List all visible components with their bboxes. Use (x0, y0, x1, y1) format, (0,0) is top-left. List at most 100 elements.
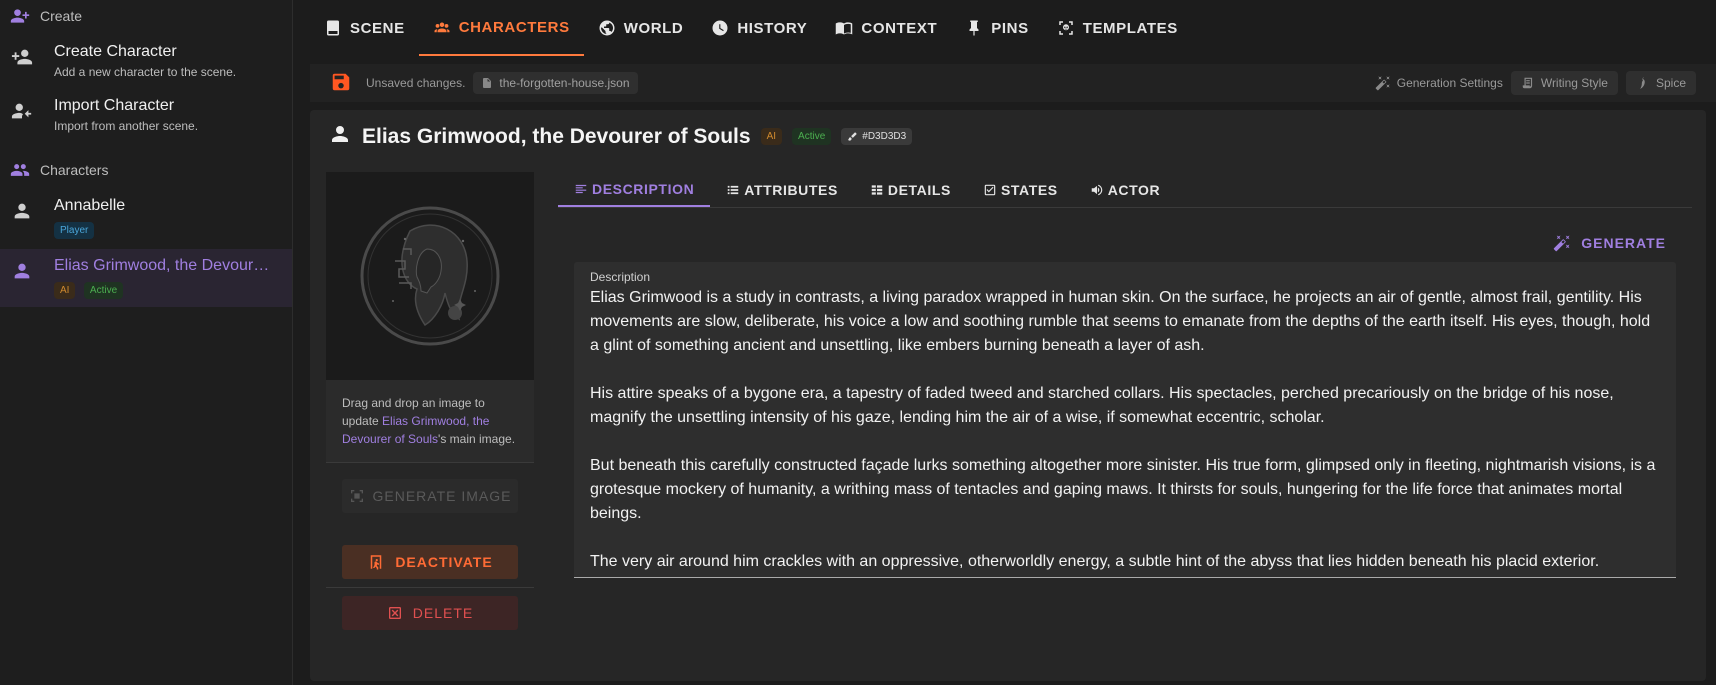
import-character-subtitle: Import from another scene. (54, 119, 199, 133)
create-character-subtitle: Add a new character to the scene. (54, 65, 237, 79)
import-character-button[interactable]: Import Character Import from another sce… (0, 89, 292, 139)
list-icon (728, 185, 739, 194)
chili-pepper-icon (1640, 77, 1645, 89)
writing-style-button[interactable]: Writing Style (1510, 71, 1618, 95)
characters-section-header: Characters (0, 155, 292, 185)
file-name: the-forgotten-house.json (499, 76, 630, 90)
generate-label: GENERATE (1581, 235, 1666, 251)
characters-header-label: Characters (40, 162, 109, 178)
exit-run-icon (371, 555, 382, 570)
sidebar-character-elias[interactable]: Elias Grimwood, the Devourer of Souls AI… (0, 249, 292, 307)
magic-wand-icon (1554, 235, 1570, 252)
tab-label: STATES (1000, 181, 1058, 198)
image-upload-hint: Drag and drop an image to update Elias G… (326, 380, 534, 463)
tab-actor[interactable]: ACTOR (1074, 172, 1177, 207)
description-text: Elias Grimwood is a study in contrasts, … (590, 286, 1660, 574)
hint-suffix: 's main image. (438, 432, 516, 446)
portrait-illustration (360, 206, 500, 346)
character-name: Elias Grimwood, the Devourer of Souls (54, 257, 274, 274)
tab-details[interactable]: DETAILS (854, 172, 967, 207)
book-icon (327, 20, 339, 36)
pin-icon (969, 20, 979, 36)
tab-label: SCENE (350, 19, 405, 37)
character-portrait[interactable] (326, 172, 534, 380)
spice-label: Spice (1655, 76, 1686, 90)
tab-states[interactable]: STATES (967, 172, 1074, 207)
status-actions: Generation Settings Writing Style Spice (1375, 71, 1696, 95)
group-icon (434, 22, 450, 33)
brush-icon (848, 132, 857, 141)
magic-wand-icon (1375, 76, 1390, 91)
delete-button[interactable]: DELETE (342, 596, 518, 630)
close-box-icon (388, 607, 401, 619)
tab-pins[interactable]: PINS (951, 0, 1042, 56)
file-chip: the-forgotten-house.json (473, 72, 638, 94)
create-character-title: Create Character (54, 43, 177, 60)
image-panel: Drag and drop an image to update Elias G… (326, 172, 534, 630)
tab-context[interactable]: CONTEXT (821, 0, 951, 56)
top-nav: SCENE CHARACTERS WORLD HISTORY CONTEXT P… (310, 0, 1716, 56)
script-icon (1522, 77, 1532, 89)
active-badge: Active (83, 282, 124, 299)
generate-button[interactable]: GENERATE (1553, 234, 1666, 252)
tab-scene[interactable]: SCENE (310, 0, 419, 56)
tab-label: ATTRIBUTES (744, 181, 838, 198)
image-scan-icon (350, 490, 363, 502)
tab-label: ACTOR (1107, 181, 1161, 198)
player-badge: Player (54, 222, 95, 239)
color-value: #D3D3D3 (862, 131, 907, 142)
megaphone-icon (1091, 184, 1102, 195)
person-icon (10, 259, 34, 283)
tab-world[interactable]: WORLD (584, 0, 698, 56)
import-character-title: Import Character (54, 97, 175, 114)
tab-templates[interactable]: TEMPLATES (1043, 0, 1192, 56)
app-root: Create Create Character Add a new charac… (0, 0, 1716, 685)
active-badge: Active (792, 128, 832, 145)
description-paragraph: His attire speaks of a bygone era, a tap… (590, 385, 1614, 426)
character-editor: Elias Grimwood, the Devourer of Souls AI… (310, 110, 1706, 681)
ai-badge: AI (54, 282, 76, 299)
character-name: Annabelle (54, 197, 126, 214)
text-lines-icon (575, 184, 587, 193)
add-group-icon (10, 9, 30, 23)
tab-label: DESCRIPTION (592, 180, 695, 197)
sidebar: Create Create Character Add a new charac… (0, 0, 293, 685)
tab-label: WORLD (623, 19, 684, 37)
generation-settings-button[interactable]: Generation Settings (1375, 75, 1503, 91)
person-add-icon (10, 45, 34, 69)
description-paragraph: The very air around him crackles with an… (590, 553, 1600, 570)
tab-attributes[interactable]: ATTRIBUTES (710, 172, 854, 207)
tab-description[interactable]: DESCRIPTION (558, 172, 711, 207)
deactivate-button[interactable]: DEACTIVATE (342, 545, 518, 579)
divider (326, 587, 534, 588)
generate-image-label: GENERATE IMAGE (372, 488, 512, 504)
description-textarea[interactable]: Description Elias Grimwood is a study in… (574, 262, 1676, 578)
description-paragraph: Elias Grimwood is a study in contrasts, … (590, 289, 1651, 354)
tab-label: HISTORY (737, 19, 808, 37)
create-header-label: Create (40, 8, 83, 24)
color-chip[interactable]: #D3D3D3 (841, 128, 913, 145)
person-icon (328, 122, 352, 151)
tab-label: PINS (991, 19, 1029, 37)
tab-history[interactable]: HISTORY (697, 0, 821, 56)
ai-badge: AI (760, 128, 783, 145)
generate-image-button[interactable]: GENERATE IMAGE (342, 479, 518, 513)
status-bar: Unsaved changes. the-forgotten-house.jso… (310, 64, 1716, 102)
tab-characters[interactable]: CHARACTERS (418, 0, 584, 56)
sidebar-character-annabelle[interactable]: Annabelle Player (0, 189, 292, 245)
group-icon (10, 164, 30, 176)
open-book-icon (836, 22, 853, 35)
spice-button[interactable]: Spice (1625, 71, 1696, 95)
details-list-icon (871, 184, 883, 195)
deactivate-label: DEACTIVATE (395, 554, 493, 570)
create-character-button[interactable]: Create Character Add a new character to … (0, 35, 292, 85)
character-tabs: DESCRIPTION ATTRIBUTES DETAILS STATES AC… (558, 172, 1692, 208)
delete-label: DELETE (412, 605, 474, 621)
tab-label: CONTEXT (861, 19, 938, 37)
checklist-icon (984, 184, 996, 195)
person-import-icon (10, 99, 34, 123)
tab-label: CHARACTERS (458, 18, 570, 36)
character-title: Elias Grimwood, the Devourer of Souls (362, 124, 751, 148)
writing-style-label: Writing Style (1540, 76, 1608, 90)
save-icon[interactable] (330, 71, 352, 96)
